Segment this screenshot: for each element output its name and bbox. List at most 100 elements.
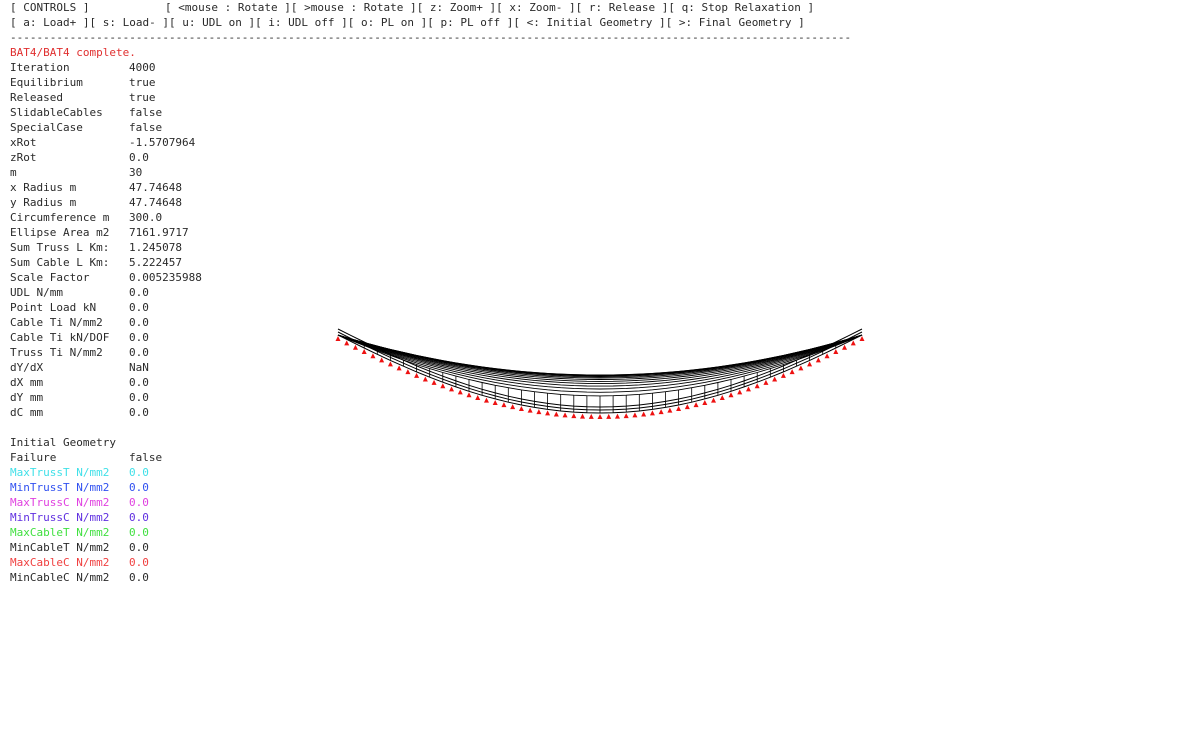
failure-label: Failure bbox=[10, 451, 57, 464]
param-value: 0.0 bbox=[129, 406, 149, 419]
support-marker bbox=[440, 383, 446, 389]
stress-label: MinTrussT N/mm2 bbox=[10, 481, 110, 494]
stress-row: MinTrussT N/mm2 0.0 bbox=[10, 480, 162, 495]
control-hint-5: [ p: PL off ] bbox=[427, 16, 514, 29]
stress-value: 0.0 bbox=[129, 511, 149, 524]
support-marker bbox=[457, 389, 463, 395]
stress-value: 0.0 bbox=[129, 541, 149, 554]
stress-row: MaxTrussT N/mm2 0.0 bbox=[10, 465, 162, 480]
support-marker bbox=[859, 336, 865, 341]
param-label: Truss Ti N/mm2 bbox=[10, 346, 103, 359]
param-row: SlidableCables false bbox=[10, 105, 202, 120]
param-value: NaN bbox=[129, 361, 149, 374]
support-marker bbox=[719, 395, 725, 401]
support-marker bbox=[632, 412, 638, 418]
stress-label: MaxTrussC N/mm2 bbox=[10, 496, 110, 509]
param-label: Point Load kN bbox=[10, 301, 97, 314]
stress-label: MinCableT N/mm2 bbox=[10, 541, 110, 554]
support-marker bbox=[614, 413, 620, 419]
support-marker bbox=[623, 413, 629, 419]
param-label: UDL N/mm bbox=[10, 286, 63, 299]
control-hint-4: [ o: PL on ] bbox=[347, 16, 428, 29]
controls-row-1: [ <mouse : Rotate ][ >mouse : Rotate ][ … bbox=[165, 0, 814, 15]
param-row: Scale Factor 0.005235988 bbox=[10, 270, 202, 285]
control-hint-2: [ z: Zoom+ ] bbox=[416, 1, 497, 14]
support-marker bbox=[842, 344, 848, 350]
support-marker bbox=[422, 376, 428, 382]
support-marker bbox=[475, 395, 481, 401]
param-row: Equilibrium true bbox=[10, 75, 202, 90]
support-marker bbox=[658, 409, 664, 415]
support-marker bbox=[824, 353, 830, 359]
param-label: dY mm bbox=[10, 391, 44, 404]
support-marker bbox=[693, 402, 699, 408]
support-marker bbox=[850, 340, 856, 346]
param-row: dC mm 0.0 bbox=[10, 405, 202, 420]
stress-value: 0.0 bbox=[129, 466, 149, 479]
param-label: zRot bbox=[10, 151, 37, 164]
param-row: dY mm 0.0 bbox=[10, 390, 202, 405]
param-label: m bbox=[10, 166, 17, 179]
support-marker bbox=[370, 353, 376, 359]
stress-list: Failure false MaxTrussT N/mm2 0.0 MinTrussT… bbox=[10, 450, 162, 585]
param-row: Sum Truss L Km: 1.245078 bbox=[10, 240, 202, 255]
param-value: 0.0 bbox=[129, 376, 149, 389]
support-marker bbox=[815, 357, 821, 363]
param-value: 47.74648 bbox=[129, 181, 182, 194]
stress-row: MaxCableT N/mm2 0.0 bbox=[10, 525, 162, 540]
stress-value: 0.0 bbox=[129, 481, 149, 494]
param-value: 0.0 bbox=[129, 286, 149, 299]
support-marker bbox=[772, 376, 778, 382]
support-marker bbox=[580, 413, 586, 419]
control-hint-4: [ r: Release ] bbox=[575, 1, 669, 14]
param-value: 1.245078 bbox=[129, 241, 182, 254]
support-marker bbox=[571, 413, 577, 419]
support-marker bbox=[361, 349, 367, 355]
support-marker bbox=[754, 383, 760, 389]
support-marker bbox=[684, 404, 690, 410]
stress-label: MinCableC N/mm2 bbox=[10, 571, 110, 584]
param-value: 7161.9717 bbox=[129, 226, 189, 239]
param-value: 0.0 bbox=[129, 316, 149, 329]
controls-row-2: [ a: Load+ ][ s: Load- ][ u: UDL on ][ i… bbox=[10, 15, 805, 30]
param-row: zRot 0.0 bbox=[10, 150, 202, 165]
support-marker bbox=[387, 361, 393, 367]
support-marker bbox=[711, 397, 717, 403]
param-row: dY/dX NaN bbox=[10, 360, 202, 375]
param-value: -1.5707964 bbox=[129, 136, 196, 149]
failure-value: false bbox=[129, 451, 163, 464]
param-row: Sum Cable L Km: 5.222457 bbox=[10, 255, 202, 270]
param-label: Equilibrium bbox=[10, 76, 83, 89]
support-marker bbox=[449, 386, 455, 392]
geometry-section-title: Initial Geometry bbox=[10, 436, 116, 449]
stress-value: 0.0 bbox=[129, 556, 149, 569]
stress-value: 0.0 bbox=[129, 496, 149, 509]
support-marker bbox=[405, 369, 411, 375]
control-hint-3: [ i: UDL off ] bbox=[255, 16, 348, 29]
control-hint-1: [ >mouse : Rotate ] bbox=[290, 1, 417, 14]
support-marker bbox=[833, 349, 839, 355]
net-surface-line bbox=[337, 334, 863, 380]
param-row: Cable Ti kN/DOF 0.0 bbox=[10, 330, 202, 345]
support-marker bbox=[807, 361, 813, 367]
separator-line: ----------------------------------------… bbox=[10, 31, 852, 44]
param-label: Cable Ti N/mm2 bbox=[10, 316, 103, 329]
support-marker bbox=[431, 379, 437, 385]
param-row: Point Load kN 0.0 bbox=[10, 300, 202, 315]
param-row: dX mm 0.0 bbox=[10, 375, 202, 390]
param-value: 47.74648 bbox=[129, 196, 182, 209]
stress-label: MaxCableT N/mm2 bbox=[10, 526, 110, 539]
param-row: UDL N/mm 0.0 bbox=[10, 285, 202, 300]
structure-viewport[interactable] bbox=[330, 325, 875, 425]
param-row: SpecialCase false bbox=[10, 120, 202, 135]
param-row: xRot -1.5707964 bbox=[10, 135, 202, 150]
control-hint-5: [ q: Stop Relaxation ] bbox=[668, 1, 815, 14]
support-marker bbox=[536, 409, 542, 415]
support-marker bbox=[737, 389, 743, 395]
param-label: Iteration bbox=[10, 61, 70, 74]
support-marker bbox=[702, 399, 708, 405]
param-label: dX mm bbox=[10, 376, 44, 389]
stress-value: 0.0 bbox=[129, 571, 149, 584]
param-label: dC mm bbox=[10, 406, 44, 419]
param-value: 30 bbox=[129, 166, 143, 179]
